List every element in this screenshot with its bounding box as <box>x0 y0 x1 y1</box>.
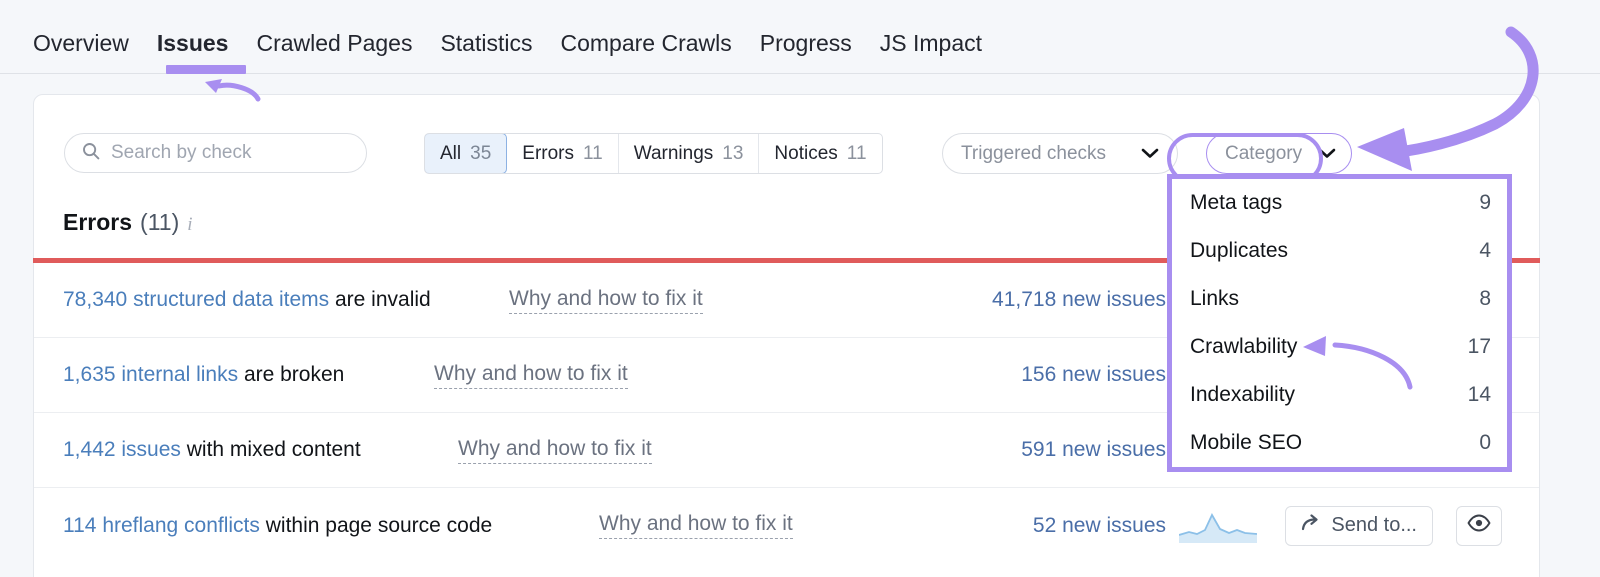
category-option-mobile-seo[interactable]: Mobile SEO 0 <box>1172 419 1507 467</box>
issue-count-link[interactable]: 1,442 issues <box>63 438 181 461</box>
nav-tab-compare-crawls[interactable]: Compare Crawls <box>546 26 745 60</box>
issue-trend-sparkline <box>1178 509 1258 543</box>
nav-tab-overview[interactable]: Overview <box>33 26 143 60</box>
issue-title: 78,340 structured data items are invalid <box>63 288 431 312</box>
new-issues-link[interactable]: 52 new issues <box>1033 514 1166 538</box>
chevron-down-icon <box>1141 143 1159 165</box>
why-and-how-to-fix-link[interactable]: Why and how to fix it <box>599 512 793 539</box>
chevron-down-icon <box>1318 143 1336 165</box>
issue-title: 1,442 issues with mixed content <box>63 438 361 462</box>
eye-icon <box>1467 514 1491 537</box>
category-label: Category <box>1225 142 1303 164</box>
primary-navigation-bar: Overview Issues Crawled Pages Statistics Com… <box>0 0 1600 74</box>
nav-tab-js-impact[interactable]: JS Impact <box>866 26 996 60</box>
issue-title: 1,635 internal links are broken <box>63 363 344 387</box>
active-tab-underline <box>166 65 246 74</box>
severity-tab-count: 11 <box>846 142 867 164</box>
category-dropdown-menu: Meta tags 9 Duplicates 4 Links 8 Crawlability 1… <box>1167 174 1512 472</box>
issue-description: within page source code <box>259 513 493 537</box>
nav-tab-crawled-pages[interactable]: Crawled Pages <box>242 26 426 60</box>
send-to-button[interactable]: Send to... <box>1285 505 1433 546</box>
category-option-label: Meta tags <box>1190 191 1283 214</box>
nav-tab-issues[interactable]: Issues <box>143 26 243 60</box>
severity-tab-count: 11 <box>583 142 603 164</box>
severity-tab-count: 13 <box>722 142 744 164</box>
search-icon <box>81 141 101 166</box>
severity-tab-errors[interactable]: Errors 11 <box>507 134 619 173</box>
new-issues-link[interactable]: 156 new issues <box>1021 363 1166 387</box>
category-option-count: 17 <box>1467 335 1491 358</box>
issue-count-link[interactable]: 1,635 internal links <box>63 363 238 386</box>
severity-tab-warnings[interactable]: Warnings 13 <box>619 134 760 173</box>
severity-tab-label: Errors <box>522 142 574 164</box>
section-count: (11) <box>140 209 180 235</box>
share-arrow-icon <box>1301 513 1321 538</box>
search-by-check-box[interactable] <box>64 133 367 173</box>
why-and-how-to-fix-link[interactable]: Why and how to fix it <box>458 437 652 464</box>
severity-segmented-control: All 35 Errors 11 Warnings 13 Notices 11 <box>424 133 883 174</box>
triggered-checks-label: Triggered checks <box>961 142 1107 164</box>
send-to-label: Send to... <box>1331 514 1417 536</box>
errors-section-header: Errors (11) i <box>63 209 193 236</box>
info-icon[interactable]: i <box>187 214 192 236</box>
new-issues-link[interactable]: 591 new issues <box>1021 438 1166 462</box>
issue-description: are broken <box>238 363 345 386</box>
search-input[interactable] <box>111 142 350 164</box>
category-option-count: 0 <box>1479 431 1491 454</box>
nav-tab-progress[interactable]: Progress <box>746 26 866 60</box>
category-option-count: 4 <box>1479 239 1491 262</box>
issue-description: are invalid <box>329 288 431 311</box>
eye-icon-button[interactable] <box>1456 505 1502 546</box>
severity-tab-label: All <box>440 142 462 164</box>
issue-row: 114 hreflang conflicts within page sourc… <box>34 488 1539 563</box>
issue-count-link[interactable]: 114 hreflang conflicts <box>63 514 260 537</box>
nav-tab-list: Overview Issues Crawled Pages Statistics Com… <box>33 26 996 60</box>
nav-tab-statistics[interactable]: Statistics <box>426 26 546 60</box>
category-option-meta-tags[interactable]: Meta tags 9 <box>1172 179 1507 227</box>
issue-description: with mixed content <box>180 438 361 461</box>
category-option-count: 8 <box>1479 287 1491 310</box>
category-option-label: Duplicates <box>1190 239 1289 262</box>
category-option-indexability[interactable]: Indexability 14 <box>1172 371 1507 419</box>
category-option-count: 9 <box>1479 191 1491 214</box>
why-and-how-to-fix-link[interactable]: Why and how to fix it <box>509 287 703 314</box>
severity-tab-label: Notices <box>774 142 838 164</box>
issue-count-link[interactable]: 78,340 structured data items <box>63 288 329 311</box>
severity-tab-count: 35 <box>470 142 492 164</box>
issue-title: 114 hreflang conflicts within page sourc… <box>63 514 492 538</box>
severity-tab-all[interactable]: All 35 <box>424 134 508 173</box>
why-and-how-to-fix-link[interactable]: Why and how to fix it <box>434 362 628 389</box>
category-option-count: 14 <box>1467 383 1491 406</box>
severity-tab-label: Warnings <box>633 142 714 164</box>
category-option-label: Indexability <box>1190 383 1296 406</box>
triggered-checks-dropdown[interactable]: Triggered checks <box>942 133 1178 174</box>
section-title: Errors <box>63 209 133 235</box>
category-option-links[interactable]: Links 8 <box>1172 275 1507 323</box>
severity-tab-notices[interactable]: Notices 11 <box>759 134 881 173</box>
new-issues-link[interactable]: 41,718 new issues <box>992 288 1166 312</box>
category-option-label: Links <box>1190 287 1240 310</box>
category-option-label: Mobile SEO <box>1190 431 1303 454</box>
category-option-crawlability[interactable]: Crawlability 17 <box>1172 323 1507 371</box>
category-dropdown-trigger[interactable]: Category <box>1206 133 1352 174</box>
category-option-duplicates[interactable]: Duplicates 4 <box>1172 227 1507 275</box>
category-option-label: Crawlability <box>1190 335 1298 358</box>
